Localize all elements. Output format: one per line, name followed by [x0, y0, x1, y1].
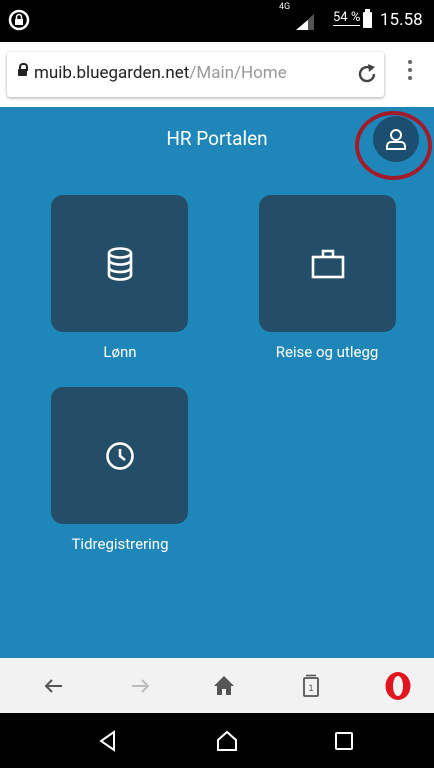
- url-text[interactable]: muib.bluegarden.net/Main/Home: [34, 63, 287, 83]
- clock-icon: [105, 441, 134, 470]
- tabs-icon[interactable]: 1: [297, 672, 325, 700]
- network-type: 4G: [279, 2, 291, 12]
- profile-button[interactable]: [373, 116, 419, 162]
- nav-home-icon[interactable]: [215, 729, 239, 753]
- browser-toolbar: muib.bluegarden.net/Main/Home: [0, 42, 434, 107]
- back-arrow-icon[interactable]: [40, 672, 68, 700]
- more-options-icon[interactable]: [403, 58, 417, 90]
- android-navigation-bar: [0, 713, 434, 768]
- nav-recents-icon[interactable]: [332, 729, 356, 753]
- reload-icon[interactable]: [354, 61, 380, 87]
- tile-lonn[interactable]: [51, 195, 188, 332]
- forward-arrow-icon[interactable]: [126, 672, 154, 700]
- browser-bottom-bar: 1: [0, 658, 434, 713]
- url-domain: muib.bluegarden.net: [34, 63, 190, 83]
- tile-label-reise-og-utlegg: Reise og utlegg: [275, 343, 379, 361]
- battery-icon: [363, 9, 372, 28]
- home-icon[interactable]: [210, 672, 238, 700]
- battery-percentage: 54 %: [333, 10, 361, 26]
- lock-icon: [18, 63, 28, 76]
- tile-label-lonn: Lønn: [103, 343, 137, 361]
- address-bar[interactable]: muib.bluegarden.net/Main/Home: [7, 52, 384, 97]
- opera-menu-icon[interactable]: [383, 670, 413, 702]
- clock-time: 15.58: [380, 10, 423, 30]
- tab-count: 1: [308, 683, 313, 693]
- user-icon: [386, 129, 406, 150]
- tile-reise-og-utlegg[interactable]: [259, 195, 396, 332]
- status-bar: 4G 54 % 15.58: [0, 0, 434, 42]
- coins-icon: [107, 246, 132, 281]
- briefcase-icon: [311, 249, 344, 278]
- signal-icon: [294, 12, 316, 30]
- tile-tidregistrering[interactable]: [51, 387, 188, 524]
- url-path: /Main/Home: [189, 63, 287, 83]
- tile-label-tidregistrering: Tidregistrering: [71, 535, 169, 553]
- hr-portal-page: HR Portalen Lønn Reise og utlegg Tidregi…: [0, 107, 434, 658]
- opera-notification-icon: [8, 9, 30, 31]
- nav-back-icon[interactable]: [96, 729, 120, 753]
